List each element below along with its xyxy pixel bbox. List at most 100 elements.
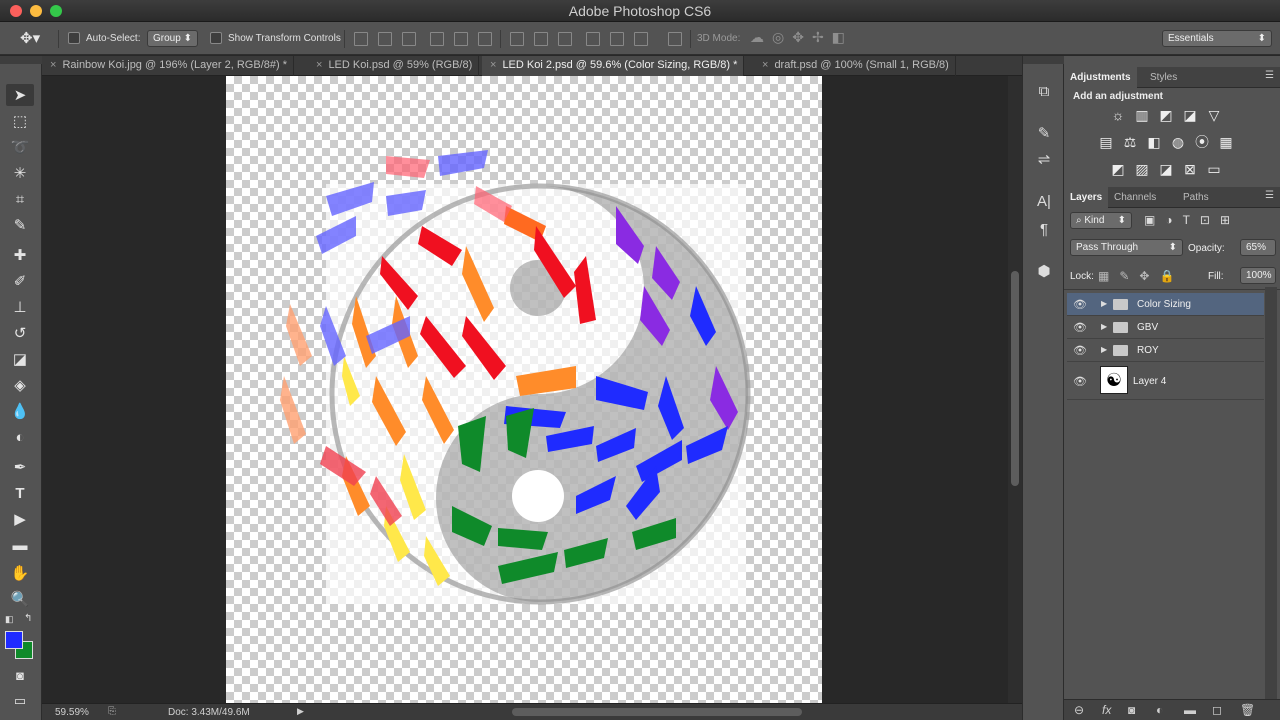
group-expand-icon[interactable]: ▶	[1101, 345, 1107, 354]
brush-presets-panel-icon[interactable]: ✎	[1033, 122, 1055, 144]
link-layers-icon[interactable]: ⊖	[1074, 703, 1084, 717]
crop-tool-icon[interactable]: ⌗	[6, 188, 34, 210]
tab-paths[interactable]: Paths	[1177, 187, 1215, 208]
tab-layers[interactable]: Layers	[1064, 187, 1109, 208]
layer-row-color-sizing[interactable]: 👁 ▶ Color Sizing	[1067, 293, 1264, 316]
rectangle-tool-icon[interactable]: ▬	[6, 534, 34, 556]
layers-scrollbar[interactable]	[1265, 287, 1277, 699]
lasso-tool-icon[interactable]: ➰	[6, 136, 34, 158]
hue-saturation-icon[interactable]: ▤	[1098, 134, 1114, 150]
3d-panel-icon[interactable]: ⬢	[1033, 260, 1055, 282]
channel-mixer-icon[interactable]: ⦿	[1194, 134, 1210, 150]
group-expand-icon[interactable]: ▶	[1101, 322, 1107, 331]
new-adjustment-layer-icon[interactable]: ◐	[1156, 703, 1163, 717]
history-brush-tool-icon[interactable]: ↺	[6, 322, 34, 344]
zoom-tool-icon[interactable]: 🔍	[6, 588, 34, 610]
new-layer-icon[interactable]: ◻	[1212, 703, 1222, 717]
screen-mode-icon[interactable]: ▭	[6, 690, 34, 712]
status-menu-arrow-icon[interactable]: ▶	[297, 706, 304, 717]
move-tool-icon[interactable]: ➤	[6, 84, 34, 106]
marquee-tool-icon[interactable]: ⬚	[6, 110, 34, 132]
tab-styles[interactable]: Styles	[1144, 67, 1183, 88]
tools-panel-header[interactable]	[0, 56, 42, 64]
distribute-left-icon[interactable]	[586, 32, 600, 46]
document-tab[interactable]: × draft.psd @ 100% (Small 1, RGB/8)	[754, 56, 956, 76]
photo-filter-icon[interactable]: ◍	[1170, 134, 1186, 150]
opacity-input[interactable]: 65%	[1240, 239, 1276, 256]
align-horizontal-center-icon[interactable]	[454, 32, 468, 46]
add-mask-icon[interactable]: ◙	[1128, 703, 1135, 717]
dodge-tool-icon[interactable]: ◐	[6, 426, 34, 448]
align-bottom-icon[interactable]	[402, 32, 416, 46]
gradient-map-icon[interactable]: ▭	[1206, 161, 1222, 177]
black-white-icon[interactable]: ◧	[1146, 134, 1162, 150]
brightness-contrast-icon[interactable]: ☼	[1110, 107, 1126, 123]
brush-panel-icon[interactable]: ⇌	[1033, 148, 1055, 170]
fill-input[interactable]: 100%	[1240, 267, 1276, 284]
close-tab-icon[interactable]: ×	[50, 59, 56, 71]
invert-icon[interactable]: ◩	[1110, 161, 1126, 177]
type-tool-icon[interactable]: T	[6, 482, 34, 504]
tab-channels[interactable]: Channels	[1108, 187, 1162, 208]
eraser-tool-icon[interactable]: ◪	[6, 348, 34, 370]
selective-color-icon[interactable]: ⊠	[1182, 161, 1198, 177]
quick-mask-icon[interactable]: ◙	[6, 664, 34, 686]
path-selection-tool-icon[interactable]: ▶	[6, 508, 34, 530]
healing-brush-tool-icon[interactable]: ✚	[6, 244, 34, 266]
levels-icon[interactable]: ▥	[1134, 107, 1150, 123]
distribute-center-icon[interactable]	[534, 32, 548, 46]
default-colors-icon[interactable]: ◧	[5, 614, 14, 625]
visibility-eye-icon[interactable]: 👁	[1073, 298, 1087, 311]
brush-tool-icon[interactable]: ✐	[6, 270, 34, 292]
blend-mode-dropdown[interactable]: Pass Through ⬍	[1070, 239, 1183, 256]
hand-tool-icon[interactable]: ✋	[6, 562, 34, 584]
status-share-icon[interactable]: ⎘	[108, 706, 116, 717]
3d-mode-icons[interactable]: ☁◎✥✢◧	[750, 29, 853, 46]
visibility-eye-icon[interactable]: 👁	[1073, 321, 1087, 334]
auto-select-checkbox[interactable]	[68, 32, 80, 44]
posterize-icon[interactable]: ▨	[1134, 161, 1150, 177]
distribute-top-icon[interactable]	[510, 32, 524, 46]
eyedropper-tool-icon[interactable]: ✎	[6, 214, 34, 236]
vibrance-icon[interactable]: ▽	[1206, 107, 1222, 123]
layer-row-roy[interactable]: 👁 ▶ ROY	[1067, 339, 1264, 362]
foreground-color-swatch[interactable]	[5, 631, 23, 649]
layer-style-fx-icon[interactable]: fx	[1102, 703, 1111, 717]
distribute-horizontal-icon[interactable]	[610, 32, 624, 46]
document-tab[interactable]: × Rainbow Koi.jpg @ 196% (Layer 2, RGB/8#…	[42, 56, 294, 76]
align-right-icon[interactable]	[478, 32, 492, 46]
close-tab-icon[interactable]: ×	[490, 59, 496, 71]
color-lookup-icon[interactable]: ▦	[1218, 134, 1234, 150]
character-panel-icon[interactable]: A|	[1033, 190, 1055, 212]
align-top-icon[interactable]	[354, 32, 368, 46]
strip-header[interactable]	[1023, 56, 1065, 64]
zoom-level[interactable]: 59.59%	[55, 707, 89, 718]
pen-tool-icon[interactable]: ✒	[6, 456, 34, 478]
move-tool-preset-icon[interactable]: ✥▾	[20, 29, 40, 47]
auto-select-dropdown[interactable]: Group ⬍	[147, 30, 198, 47]
exposure-icon[interactable]: ◪	[1182, 107, 1198, 123]
paint-bucket-tool-icon[interactable]: ◈	[6, 374, 34, 396]
align-left-icon[interactable]	[430, 32, 444, 46]
clone-stamp-tool-icon[interactable]: ⊥	[6, 296, 34, 318]
paragraph-panel-icon[interactable]: ¶	[1033, 218, 1055, 240]
horizontal-scrollbar-thumb[interactable]	[512, 708, 802, 716]
threshold-icon[interactable]: ◪	[1158, 161, 1174, 177]
align-vertical-center-icon[interactable]	[378, 32, 392, 46]
close-tab-icon[interactable]: ×	[762, 59, 768, 71]
document-tab[interactable]: × LED Koi.psd @ 59% (RGB/8)	[308, 56, 480, 76]
curves-icon[interactable]: ◩	[1158, 107, 1174, 123]
layer-row-layer-4[interactable]: 👁 ☯ Layer 4	[1067, 362, 1264, 400]
visibility-eye-icon[interactable]: 👁	[1073, 375, 1087, 388]
document-canvas[interactable]	[226, 76, 822, 703]
adjustments-panel-menu-icon[interactable]: ☰	[1265, 70, 1274, 81]
blur-tool-icon[interactable]: 💧	[6, 400, 34, 422]
swap-colors-icon[interactable]: ↰	[24, 613, 32, 624]
distribute-bottom-icon[interactable]	[558, 32, 572, 46]
close-tab-icon[interactable]: ×	[316, 59, 322, 71]
quick-selection-tool-icon[interactable]: ✳	[6, 162, 34, 184]
color-balance-icon[interactable]: ⚖	[1122, 134, 1138, 150]
layer-filter-dropdown[interactable]: ⌕ Kind ⬍	[1070, 212, 1132, 229]
workspace-switcher[interactable]: Essentials ⬍	[1162, 30, 1272, 47]
history-panel-icon[interactable]: ⧉	[1033, 80, 1055, 102]
